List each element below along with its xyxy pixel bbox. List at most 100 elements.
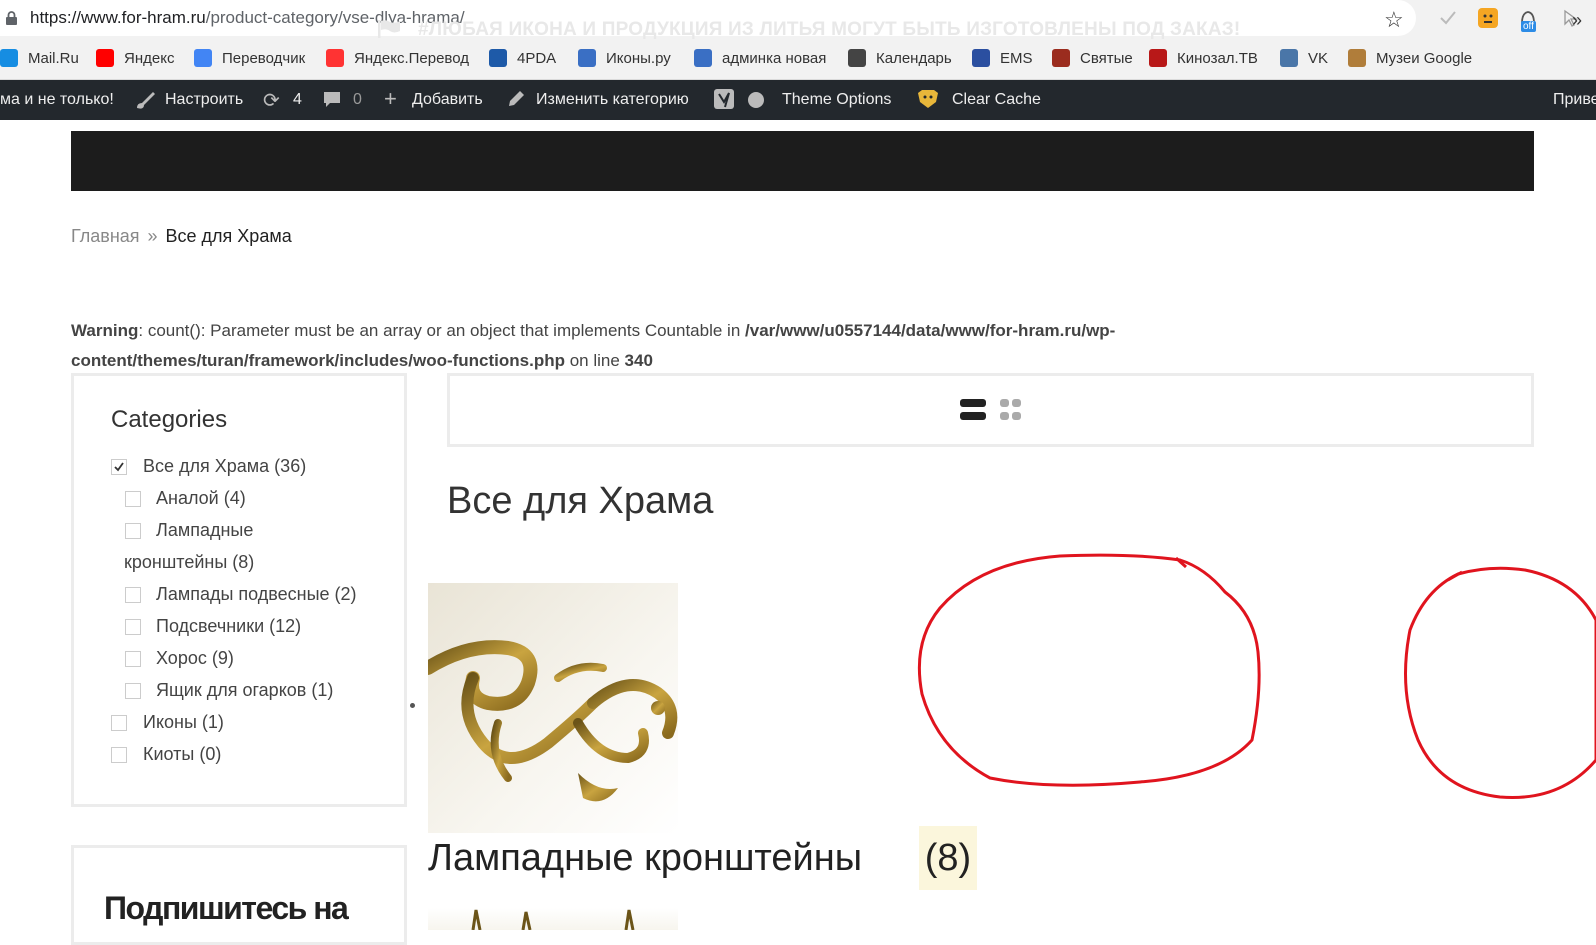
bookmark-label: Святые	[1080, 49, 1133, 67]
category-checkbox[interactable]	[111, 715, 127, 731]
list-view-icon[interactable]	[960, 399, 986, 421]
ikony-icon	[578, 49, 596, 67]
bookmark-label: EMS	[1000, 49, 1033, 67]
adminbar-add-new[interactable]: Добавить	[412, 91, 483, 109]
bookmark-item[interactable]: Переводчик	[194, 47, 305, 69]
category-label[interactable]: Ящик для огарков (1)	[156, 680, 333, 701]
category-label[interactable]: Все для Храма (36)	[143, 456, 306, 477]
bookmark-label: Иконы.ру	[606, 49, 671, 67]
bookmark-label: Кинозал.ТВ	[1177, 49, 1258, 67]
category-checkbox[interactable]	[125, 491, 141, 507]
category-label[interactable]: Хорос (9)	[156, 648, 234, 669]
url-domain: https://www.for-hram.ru	[30, 8, 206, 27]
yoast-icon[interactable]	[713, 88, 735, 115]
adminbar-greeting[interactable]: Приве	[1553, 91, 1596, 109]
plus-icon[interactable]: +	[384, 86, 397, 112]
updates-icon[interactable]: ⟳	[263, 88, 280, 113]
breadcrumb-home-link[interactable]: Главная	[71, 226, 140, 246]
bookmark-item[interactable]: Mail.Ru	[0, 47, 79, 69]
warning-line-text: on line	[565, 351, 625, 370]
category-label[interactable]: кронштейны (8)	[124, 552, 254, 573]
notice-banner	[71, 131, 1534, 191]
bookmark-item[interactable]: EMS	[972, 47, 1033, 69]
bookmark-label: 4PDA	[517, 49, 557, 67]
comment-icon[interactable]	[322, 90, 342, 115]
category-label[interactable]: Подсвечники (12)	[156, 616, 301, 637]
adminbar-updates-count[interactable]: 4	[293, 91, 302, 109]
category-page-title: Все для Храма	[447, 480, 714, 522]
adminbar-site-name[interactable]: ма и не только!	[0, 91, 114, 109]
category-label[interactable]: Аналой (4)	[156, 488, 246, 509]
flag-icon	[378, 20, 400, 38]
cheetah-cache-icon	[916, 88, 940, 115]
bookmark-item[interactable]: Календарь	[848, 47, 952, 69]
bookmark-label: Музеи Google	[1376, 49, 1473, 67]
extension-off-badge: off	[1521, 21, 1536, 32]
grid-view-icon[interactable]	[1000, 399, 1022, 421]
bookmark-label: Яндекс.Перевод	[354, 49, 469, 67]
category-label[interactable]: Лампадные	[156, 520, 253, 541]
warning-line-number: 340	[624, 351, 653, 370]
subscribe-title: Подпишитесь на	[104, 890, 349, 926]
category-checkbox[interactable]	[125, 683, 141, 699]
category-checkbox[interactable]	[125, 523, 141, 539]
bookmark-star-icon[interactable]: ☆	[1384, 7, 1404, 33]
product-title[interactable]: Лампадные кронштейны	[428, 837, 862, 880]
category-checkbox[interactable]	[125, 651, 141, 667]
bookmark-item[interactable]: VK	[1280, 47, 1328, 69]
category-checkbox[interactable]	[125, 587, 141, 603]
bookmark-item[interactable]: Святые	[1052, 47, 1133, 69]
adminbar-comments-count[interactable]: 0	[353, 91, 362, 109]
seo-status-dot-icon[interactable]	[748, 92, 764, 108]
category-checkbox[interactable]	[111, 747, 127, 763]
adminbar-clear-cache[interactable]: Clear Cache	[952, 91, 1041, 109]
breadcrumb-separator: »	[147, 226, 158, 246]
calendar-icon	[848, 49, 866, 67]
category-label[interactable]: Киоты (0)	[143, 744, 221, 765]
bookmark-item[interactable]: Яндекс	[96, 47, 174, 69]
bookmark-label: Mail.Ru	[28, 49, 79, 67]
next-product-image[interactable]	[428, 908, 678, 931]
museums-icon	[1348, 49, 1366, 67]
bookmark-item[interactable]: Музеи Google	[1348, 47, 1472, 69]
bookmark-item[interactable]: Кинозал.ТВ	[1149, 47, 1258, 69]
wp-admin-bar: ма и не только! Настроить ⟳ 4 0 + Добави…	[0, 80, 1596, 120]
bookmark-item[interactable]: 4PDA	[489, 47, 556, 69]
admin-icon	[694, 49, 712, 67]
mailru-icon	[0, 49, 18, 67]
4pda-icon	[489, 49, 507, 67]
saints-icon	[1052, 49, 1070, 67]
lock-icon	[6, 11, 17, 25]
warning-message: : count(): Parameter must be an array or…	[138, 321, 746, 340]
pencil-icon	[506, 89, 526, 114]
face-extension-icon[interactable]	[1478, 8, 1498, 28]
bookmark-label: админка новая	[722, 49, 827, 67]
breadcrumb: Главная » Все для Храма	[71, 226, 292, 247]
product-image[interactable]	[428, 583, 678, 833]
category-label[interactable]: Иконы (1)	[143, 712, 224, 733]
translate-icon	[194, 49, 212, 67]
check-extension-icon[interactable]	[1438, 8, 1458, 28]
bookmark-label: Календарь	[876, 49, 952, 67]
product-count-badge: (8)	[919, 826, 977, 890]
brush-icon	[134, 89, 156, 116]
checkmark-icon	[114, 462, 124, 472]
warning-label: Warning	[71, 321, 139, 340]
category-checkbox-checked[interactable]	[111, 459, 127, 475]
ems-icon	[972, 49, 990, 67]
adminbar-edit-category[interactable]: Изменить категорию	[536, 91, 689, 109]
adminbar-theme-options[interactable]: Theme Options	[782, 91, 891, 109]
bookmark-item[interactable]: админка новая	[694, 47, 826, 69]
bookmarks-overflow-chevron[interactable]: »	[1572, 10, 1582, 31]
bookmark-item[interactable]: Иконы.ру	[578, 47, 671, 69]
category-checkbox[interactable]	[125, 619, 141, 635]
category-label[interactable]: Лампады подвесные (2)	[156, 584, 357, 605]
adminbar-customize[interactable]: Настроить	[165, 91, 243, 109]
yandex-translate-icon	[326, 49, 344, 67]
breadcrumb-current: Все для Храма	[165, 226, 292, 246]
bookmark-label: VK	[1308, 49, 1329, 67]
bookmark-item[interactable]: Яндекс.Перевод	[326, 47, 469, 69]
php-warning: Warning: count(): Parameter must be an a…	[71, 316, 1331, 376]
notice-text: #ЛЮБАЯ ИКОНА И ПРОДУКЦИЯ ИЗ ЛИТЬЯ МОГУТ …	[418, 19, 1241, 40]
kinozal-icon	[1149, 49, 1167, 67]
